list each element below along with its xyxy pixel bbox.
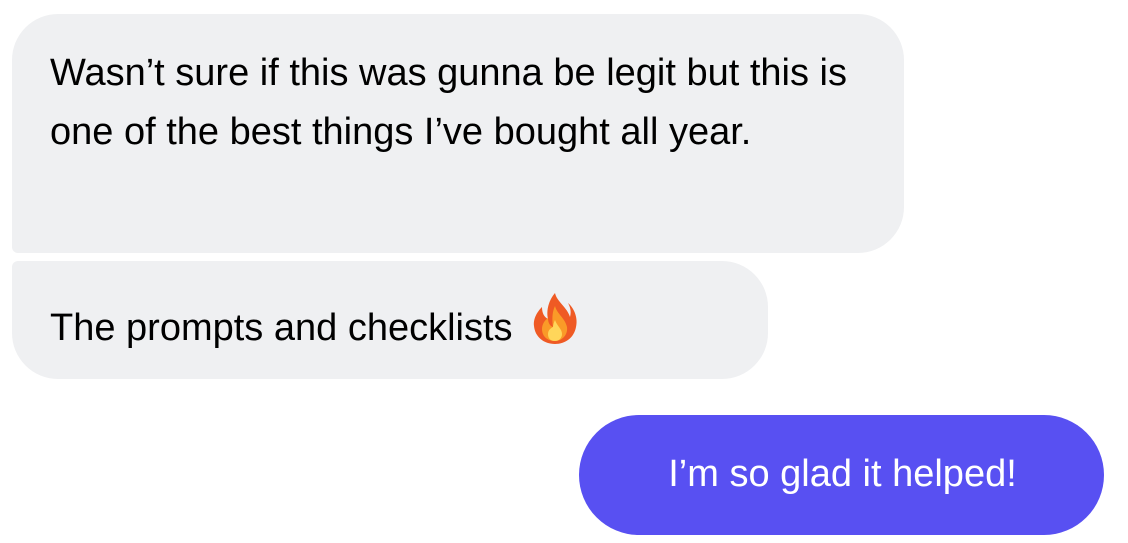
message-text: I’m so glad it helped!	[668, 453, 1017, 495]
incoming-message-bubble[interactable]: Wasn’t sure if this was gunna be legit b…	[12, 14, 904, 253]
message-text: The prompts and checklists	[50, 307, 513, 349]
outgoing-message-bubble[interactable]: I’m so glad it helped!	[579, 415, 1104, 535]
message-text: Wasn’t sure if this was gunna be legit b…	[50, 52, 847, 153]
fire-icon	[531, 290, 579, 364]
incoming-message-bubble[interactable]: The prompts and checklists	[12, 261, 768, 379]
